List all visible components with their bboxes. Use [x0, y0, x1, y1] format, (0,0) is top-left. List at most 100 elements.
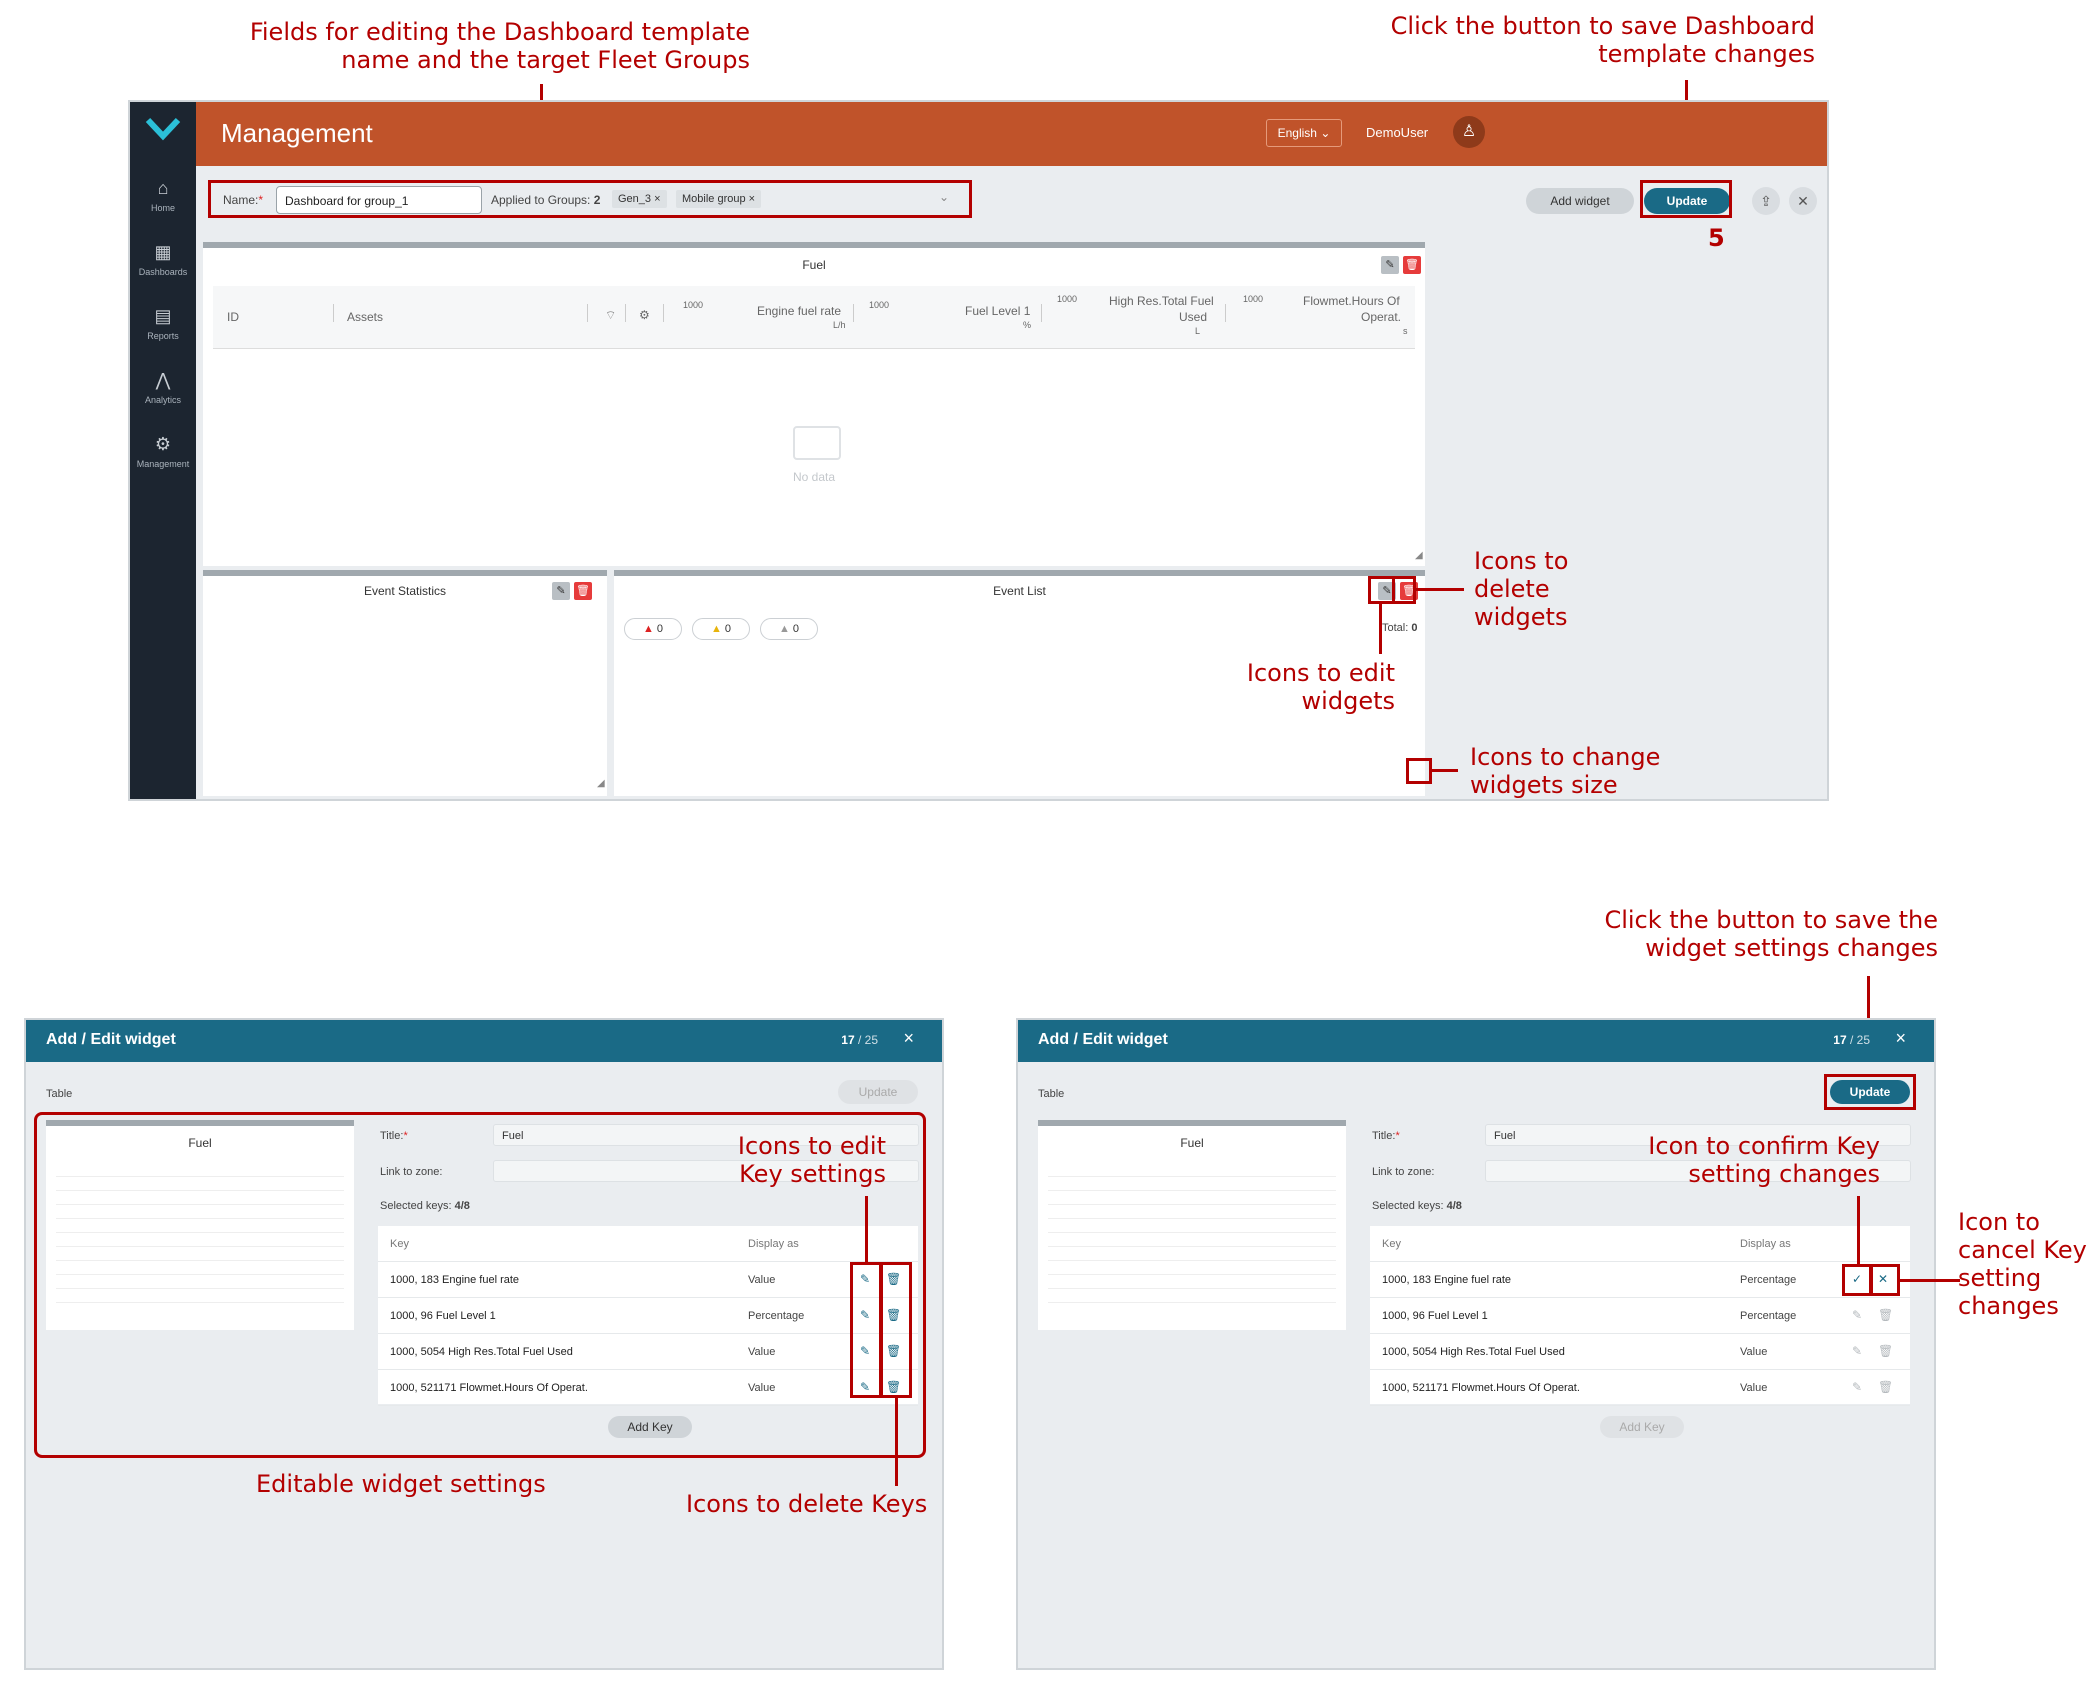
edit-icon[interactable]: ✎ — [552, 582, 570, 600]
divider — [333, 304, 334, 322]
total-count: Total: 0 — [1382, 622, 1418, 634]
annotation-edit-keys: Icons to edit Key settings — [737, 1132, 886, 1188]
annotation-line — [895, 1398, 898, 1486]
trash-icon[interactable]: 🗑 — [1878, 1308, 1893, 1322]
annotation-save-dashboard: Click the button to save Dashboard templ… — [1390, 12, 1815, 68]
export-icon[interactable]: ⇪ — [1752, 187, 1780, 215]
annotation-confirm-key: Icon to confirm Key setting changes — [1648, 1132, 1880, 1188]
table-row: 1000, 96 Fuel Level 1 Percentage ✎ 🗑 — [1370, 1298, 1910, 1334]
sidebar-item-home[interactable]: ⌂ Home — [130, 178, 196, 213]
delete-icon[interactable]: 🗑 — [574, 582, 592, 600]
close-icon[interactable]: × — [1895, 1028, 1906, 1049]
sidebar-item-reports[interactable]: ▤ Reports — [130, 306, 196, 341]
list-item — [1048, 1220, 1336, 1233]
divider — [663, 304, 664, 322]
critical-events-pill[interactable]: ▲ 0 — [624, 618, 682, 640]
edit-icon[interactable]: ✎ — [1381, 256, 1399, 274]
sidebar-item-management[interactable]: ⚙ Management — [130, 434, 196, 469]
divider — [587, 304, 588, 322]
trash-icon[interactable]: 🗑 — [1878, 1380, 1893, 1394]
add-edit-widget-dialog: Add / Edit widget 17 / 25 × Table Update… — [1016, 1018, 1936, 1670]
update-button[interactable]: Update — [838, 1080, 918, 1104]
close-icon[interactable]: × — [903, 1028, 914, 1049]
annotation-box — [1640, 180, 1732, 218]
annotation-cancel-key: Icon to cancel Key setting changes — [1958, 1208, 2087, 1320]
edit-icon[interactable]: ✎ — [1852, 1344, 1862, 1358]
widget-title: Fuel — [802, 258, 826, 272]
divider — [1225, 304, 1226, 322]
widget-type: Table — [1038, 1088, 1065, 1100]
annotation-line — [1432, 769, 1458, 772]
resize-handle[interactable]: ◢ — [1415, 550, 1423, 561]
chevron-down-icon: ⌄ — [1320, 126, 1331, 140]
zone-label: Link to zone: — [1372, 1166, 1435, 1178]
no-data-icon — [793, 426, 841, 460]
annotation-line — [1379, 604, 1382, 654]
list-item — [1048, 1262, 1336, 1275]
dialog-title: Add / Edit widget — [1038, 1031, 1168, 1048]
dialog-title: Add / Edit widget — [46, 1031, 176, 1048]
warning-events-pill[interactable]: ▲ 0 — [692, 618, 750, 640]
resize-handle[interactable]: ◢ — [597, 778, 605, 789]
warning-icon: ▲ — [710, 623, 722, 635]
table-row: 1000, 183 Engine fuel rate Percentage ✓ … — [1370, 1262, 1910, 1298]
close-icon[interactable]: ✕ — [1789, 187, 1817, 215]
annotation-box — [1842, 1264, 1872, 1296]
delete-icon[interactable]: 🗑 — [1403, 256, 1421, 274]
trash-icon[interactable]: 🗑 — [1878, 1344, 1893, 1358]
sidebar-item-analytics[interactable]: ⋀ Analytics — [130, 370, 196, 405]
widget-title: Event List — [993, 584, 1046, 598]
home-icon: ⌂ — [157, 178, 169, 198]
annotation-line — [865, 1196, 868, 1262]
annotation-delete-keys: Icons to delete Keys — [686, 1490, 928, 1518]
edit-icon[interactable]: ✎ — [1852, 1308, 1862, 1322]
table-header: Key Display as — [1370, 1226, 1910, 1262]
add-widget-button[interactable]: Add widget — [1526, 188, 1634, 214]
annotation-box — [1406, 758, 1432, 784]
annotation-editable-settings: Editable widget settings — [256, 1470, 546, 1498]
widget-title: Event Statistics — [363, 584, 447, 598]
widget-counter: 17 / 25 — [1833, 1033, 1870, 1047]
annotation-line — [1416, 588, 1464, 591]
table-header: ID Assets ⌔ ⚙ 1000 Engine fuel rate L/h … — [213, 286, 1415, 349]
widget-type: Table — [46, 1088, 73, 1100]
add-key-button[interactable]: Add Key — [1600, 1416, 1684, 1438]
widget-preview: Fuel — [1038, 1120, 1346, 1330]
language-select[interactable]: English ⌄ — [1266, 119, 1342, 147]
annotation-save-widget: Click the button to save the widget sett… — [1604, 906, 1938, 962]
analytics-icon: ⋀ — [155, 370, 171, 390]
no-data-text: No data — [793, 470, 836, 484]
sidebar-item-dashboards[interactable]: ▦ Dashboards — [130, 242, 196, 277]
info-events-pill[interactable]: ▲ 0 — [760, 618, 818, 640]
avatar[interactable]: ♙ — [1453, 116, 1485, 148]
divider — [853, 304, 854, 322]
info-icon: ▲ — [778, 623, 790, 635]
gear-icon: ⚙ — [154, 434, 172, 454]
list-item — [1048, 1192, 1336, 1205]
title-label: Title:* — [1372, 1130, 1400, 1142]
user-name[interactable]: DemoUser — [1366, 125, 1428, 140]
divider — [625, 304, 626, 322]
brand-logo — [145, 116, 181, 142]
table-row: 1000, 5054 High Res.Total Fuel Used Valu… — [1370, 1334, 1910, 1370]
topbar: Management English ⌄ DemoUser ♙ — [196, 102, 1827, 166]
annotation-fields-editing: Fields for editing the Dashboard templat… — [249, 18, 750, 74]
list-item — [1048, 1290, 1336, 1303]
list-item — [1048, 1276, 1336, 1289]
annotation-edit-widgets: Icons to edit widgets — [1246, 659, 1395, 715]
reports-icon: ▤ — [154, 306, 172, 326]
annotation-line — [1857, 1196, 1860, 1264]
annotation-box — [1870, 1264, 1900, 1296]
list-item — [1048, 1234, 1336, 1247]
annotation-box — [880, 1262, 912, 1398]
user-icon: ♙ — [1461, 123, 1477, 140]
annotation-box — [850, 1262, 882, 1398]
step-number: 5 — [1708, 224, 1725, 252]
edit-icon[interactable]: ✎ — [1852, 1380, 1862, 1394]
list-item — [1048, 1164, 1336, 1177]
dialog-header: Add / Edit widget 17 / 25 × — [1018, 1020, 1934, 1062]
engine-icon: ⚙ — [639, 308, 650, 322]
event-statistics-widget: Event Statistics ✎ 🗑 ◢ — [203, 570, 607, 796]
annotation-line — [1900, 1279, 1960, 1282]
widget-counter: 17 / 25 — [841, 1033, 878, 1047]
